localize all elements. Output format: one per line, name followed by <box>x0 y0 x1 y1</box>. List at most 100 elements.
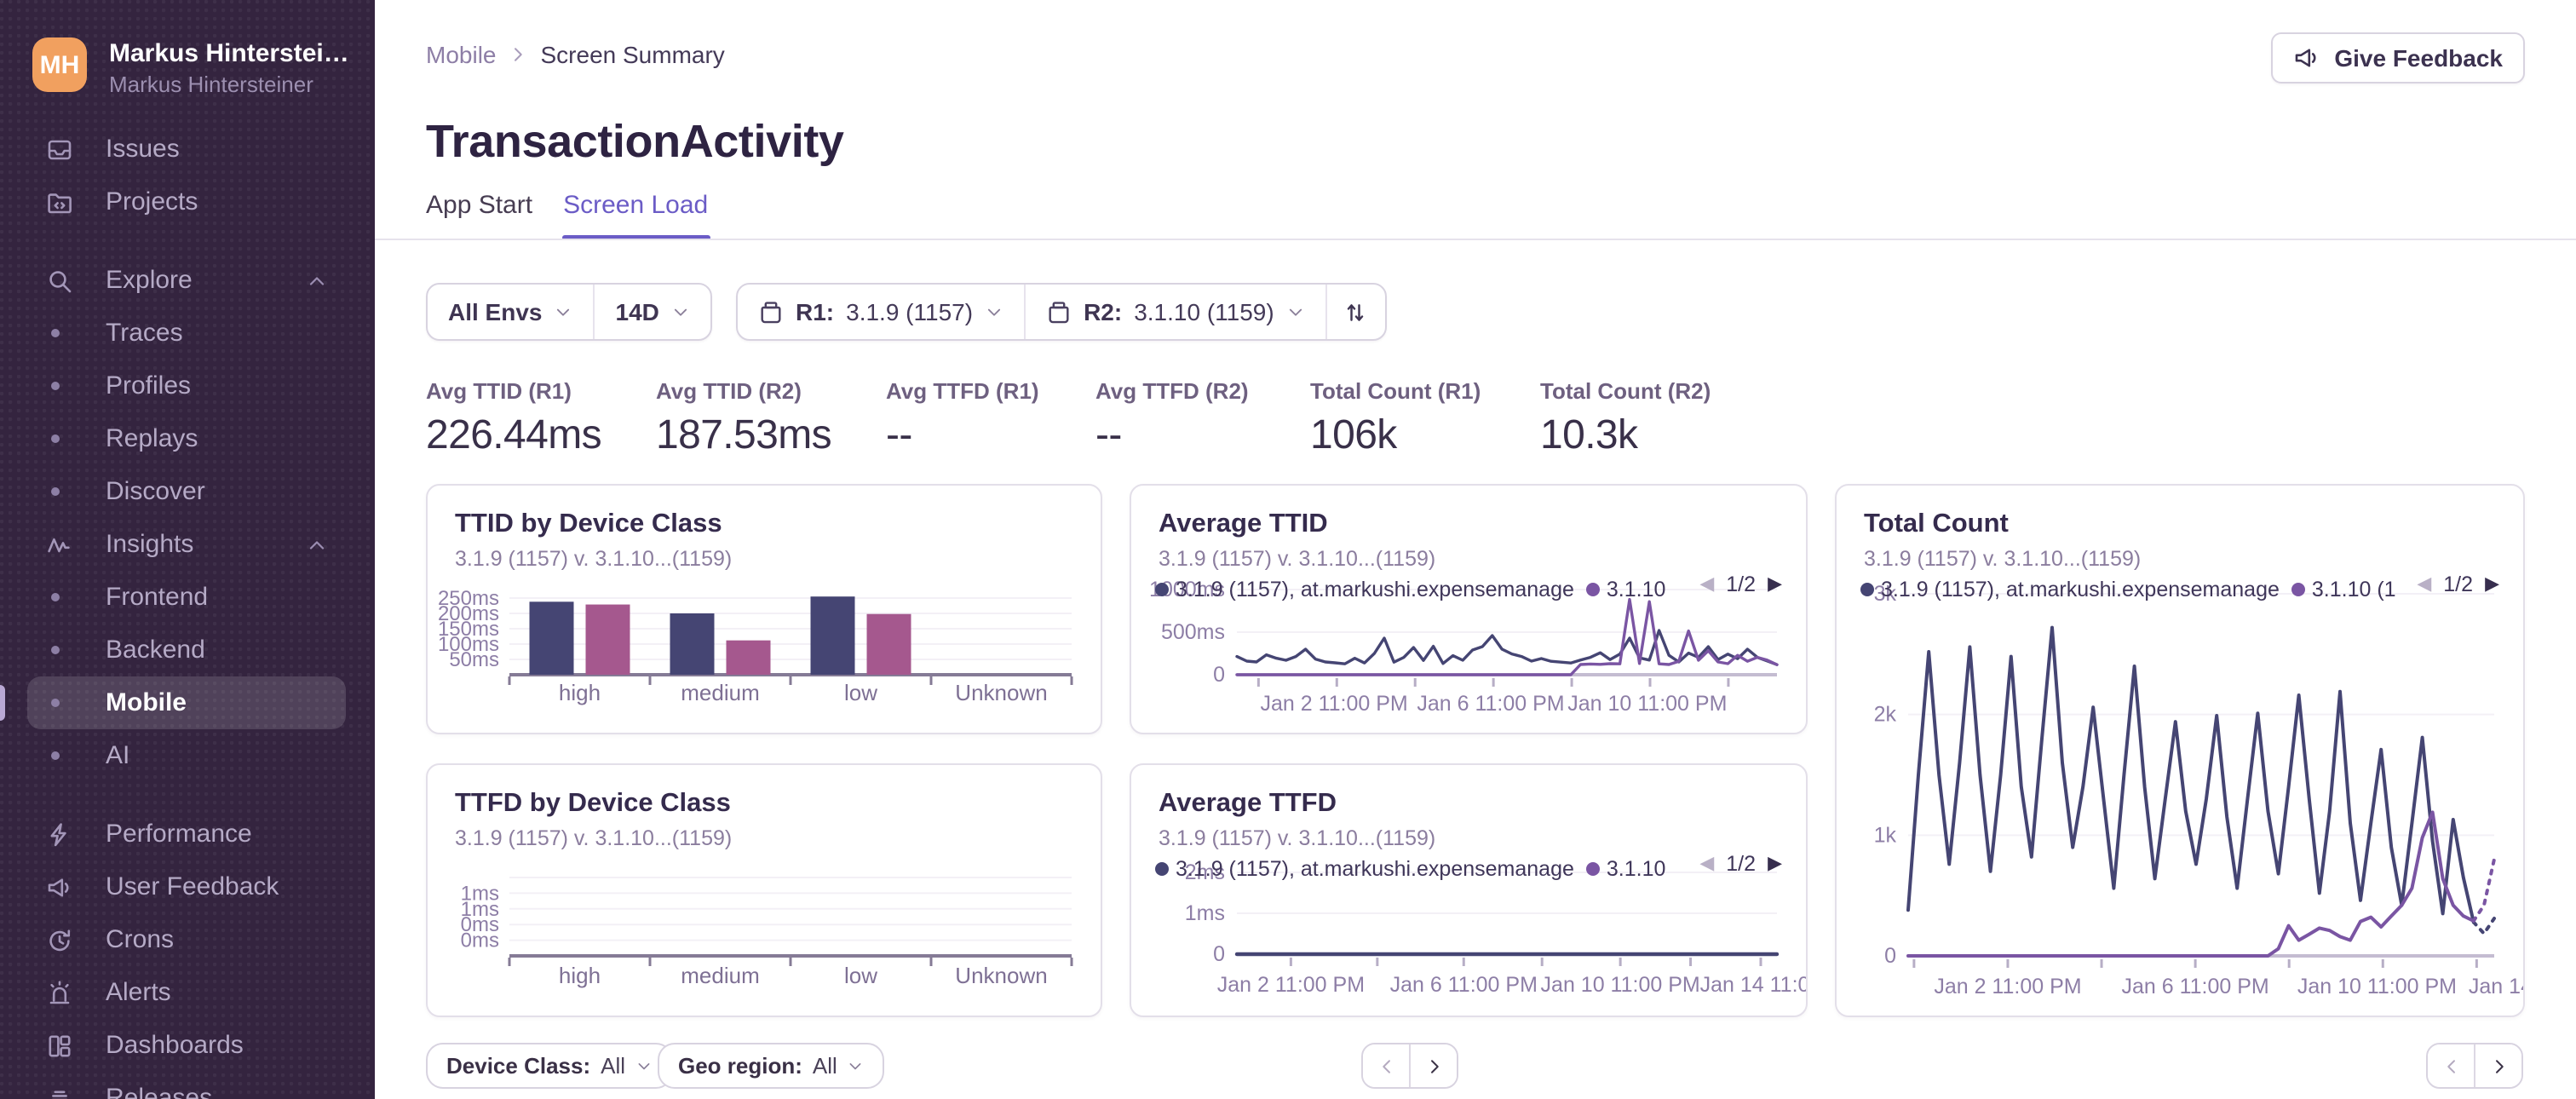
sidebar-item-releases[interactable]: Releases <box>27 1072 346 1099</box>
chevron-up-icon <box>305 268 329 292</box>
legend-next-icon[interactable]: ▶ <box>2485 574 2499 594</box>
sidebar-item-label: Projects <box>106 187 198 216</box>
svg-text:0: 0 <box>1213 663 1225 687</box>
sidebar-item-replays[interactable]: Replays <box>27 412 346 465</box>
card-title: TTFD by Device Class <box>455 789 731 818</box>
sidebar-user-name[interactable]: Markus Hintersteiner <box>109 39 351 68</box>
stat-value: 187.53ms <box>656 412 832 458</box>
sidebar-item-label: Profiles <box>106 371 192 400</box>
sidebar-item-label: AI <box>106 741 130 770</box>
legend-dot-icon <box>1585 583 1600 596</box>
chart-legend: 3.1.9 (1157), at.markushi.expensemanage 3… <box>1155 576 1683 603</box>
sidebar-item-user-feedback[interactable]: User Feedback <box>27 860 346 913</box>
sidebar-user-org: Markus Hintersteiner <box>109 72 313 97</box>
sidebar-item-crons[interactable]: Crons <box>27 913 346 966</box>
device-class-value: All <box>601 1053 626 1079</box>
svg-text:Jan 10 11:00 PM: Jan 10 11:00 PM <box>1567 692 1727 716</box>
sidebar-item-discover[interactable]: Discover <box>27 465 346 518</box>
legend-dot-icon <box>1860 583 1874 596</box>
chevron-up-icon <box>305 532 329 556</box>
date-range-filter[interactable]: 14D <box>595 285 710 339</box>
legend-prev-icon[interactable]: ◀ <box>2417 574 2431 594</box>
sidebar-item-insights[interactable]: Insights <box>27 518 346 571</box>
pager-next-button[interactable] <box>2475 1044 2521 1087</box>
sidebar-item-ai[interactable]: AI <box>27 729 346 782</box>
sidebar-item-profiles[interactable]: Profiles <box>27 360 346 412</box>
card-total-count: Total Count 3.1.9 (1157) v. 3.1.10...(11… <box>1835 484 2525 1017</box>
card-title: Total Count <box>1864 509 2009 538</box>
sidebar-item-label: Alerts <box>106 978 171 1007</box>
sidebar-item-issues[interactable]: Issues <box>27 123 346 175</box>
stat-value: 10.3k <box>1540 412 1638 458</box>
sidebar-item-projects[interactable]: Projects <box>27 175 346 228</box>
stat-value: 226.44ms <box>426 412 602 458</box>
pager-next-button[interactable] <box>1411 1044 1457 1087</box>
svg-text:medium: medium <box>681 680 759 705</box>
legend-prev-icon[interactable]: ◀ <box>1699 574 1714 594</box>
crons-icon <box>46 926 73 953</box>
legend-series-label: 3.1.10 (1 <box>2311 578 2396 601</box>
stat-avg-ttid-r1-: Avg TTID (R1) 226.44ms <box>426 378 656 460</box>
legend-page-indicator: 1/2 <box>1726 573 1757 596</box>
card-average-ttid: Average TTID 3.1.9 (1157) v. 3.1.10...(1… <box>1130 484 1808 734</box>
environment-filter[interactable]: All Envs <box>428 285 594 339</box>
legend-next-icon[interactable]: ▶ <box>1768 854 1782 873</box>
legend-dot-icon <box>2291 583 2305 596</box>
pager-prev-button[interactable] <box>1363 1044 1411 1087</box>
svg-text:Jan 10 11:00 PM: Jan 10 11:00 PM <box>2297 975 2457 998</box>
sidebar-item-traces[interactable]: Traces <box>27 307 346 360</box>
legend-dot-icon <box>1585 862 1600 876</box>
breadcrumb: Mobile Screen Summary <box>426 41 725 68</box>
alerts-icon <box>46 979 73 1006</box>
legend-next-icon[interactable]: ▶ <box>1768 574 1782 594</box>
page-filter-group: All Envs 14D <box>426 283 712 341</box>
bullet-icon <box>51 434 60 443</box>
legend-series-label: 3.1.10 <box>1606 857 1666 881</box>
give-feedback-button[interactable]: Give Feedback <box>2271 32 2525 83</box>
breadcrumb-mobile-link[interactable]: Mobile <box>426 41 497 68</box>
avatar[interactable]: MH <box>32 37 87 92</box>
stat-avg-ttfd-r2-: Avg TTFD (R2) -- <box>1095 378 1310 460</box>
stat-avg-ttid-r2-: Avg TTID (R2) 187.53ms <box>656 378 886 460</box>
svg-text:high: high <box>559 963 601 988</box>
dashboards-icon <box>46 1032 73 1059</box>
tab-app-start[interactable]: App Start <box>426 191 532 240</box>
legend-series-label: 3.1.9 (1157), at.markushi.expensemanage <box>1176 857 1574 881</box>
sidebar-nav-group: Performance User Feedback Crons Alerts Dashb… <box>27 808 346 1099</box>
release-r2-selector[interactable]: R2: 3.1.10 (1159) <box>1026 285 1325 339</box>
sidebar-item-mobile[interactable]: Mobile <box>27 676 346 729</box>
sidebar-item-backend[interactable]: Backend <box>27 624 346 676</box>
sidebar-item-label: Backend <box>106 636 205 665</box>
tab-screen-load[interactable]: Screen Load <box>561 191 710 240</box>
svg-text:Jan 2 11:00 PM: Jan 2 11:00 PM <box>1217 973 1365 997</box>
sidebar-item-performance[interactable]: Performance <box>27 808 346 860</box>
pager-prev-button[interactable] <box>2428 1044 2475 1087</box>
sidebar-item-label: Performance <box>106 820 252 849</box>
svg-text:Jan 14 11:00: Jan 14 11:00 <box>2469 975 2523 998</box>
sidebar-item-label: Frontend <box>106 583 209 612</box>
stat-value: -- <box>886 412 912 458</box>
release-box-icon <box>1046 299 1072 325</box>
device-class-filter[interactable]: Device Class: All <box>426 1043 674 1089</box>
sidebar-item-frontend[interactable]: Frontend <box>27 571 346 624</box>
sidebar-item-alerts[interactable]: Alerts <box>27 966 346 1019</box>
svg-text:high: high <box>559 680 601 705</box>
card-ttid-by-device-class: TTID by Device Class 3.1.9 (1157) v. 3.1… <box>426 484 1102 734</box>
swap-releases-button[interactable] <box>1327 285 1385 339</box>
legend-series-label: 3.1.10 <box>1606 578 1666 601</box>
chevron-down-icon <box>985 302 1003 321</box>
svg-text:500ms: 500ms <box>1161 620 1225 644</box>
stat-label: Total Count (R2) <box>1540 378 1711 404</box>
legend-dot-icon <box>1155 583 1169 596</box>
chevron-down-icon <box>848 1057 865 1074</box>
charts-pager <box>1361 1043 1458 1089</box>
stat-label: Avg TTID (R2) <box>656 378 802 404</box>
stat-label: Avg TTFD (R2) <box>1095 378 1249 404</box>
sidebar-item-explore[interactable]: Explore <box>27 254 346 307</box>
geo-region-filter[interactable]: Geo region: All <box>658 1043 885 1089</box>
legend-prev-icon[interactable]: ◀ <box>1699 854 1714 873</box>
legend-pager: ◀ 1/2 ▶ <box>1699 573 1782 596</box>
svg-text:Unknown: Unknown <box>955 680 1047 705</box>
release-r1-selector[interactable]: R1: 3.1.9 (1157) <box>738 285 1024 339</box>
sidebar-item-dashboards[interactable]: Dashboards <box>27 1019 346 1072</box>
